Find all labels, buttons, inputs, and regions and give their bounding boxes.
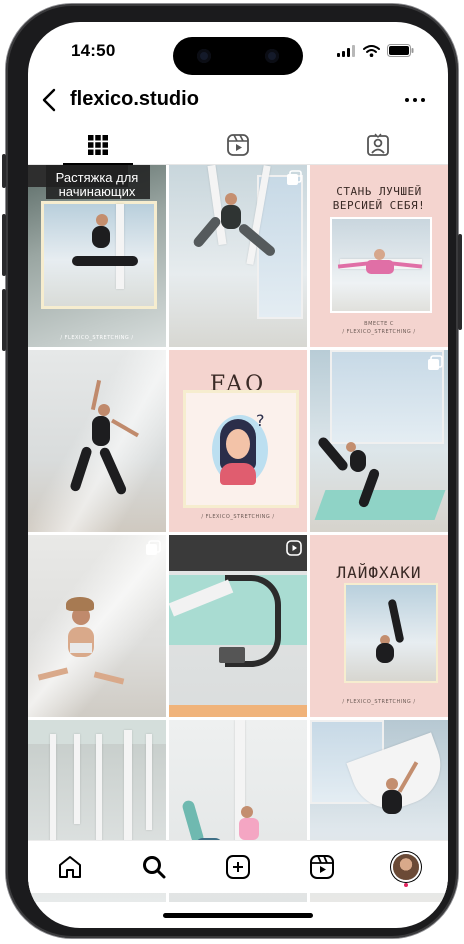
more-options-icon[interactable] <box>402 88 428 112</box>
floor-edge <box>169 705 307 717</box>
dynamic-island <box>173 37 303 75</box>
post-thumbnail[interactable] <box>28 350 166 532</box>
post-thumbnail[interactable] <box>28 535 166 717</box>
reels-icon <box>227 134 249 156</box>
person-head <box>96 214 108 226</box>
person-body <box>382 790 402 814</box>
post-thumbnail[interactable] <box>169 165 307 347</box>
home-indicator[interactable] <box>163 913 313 918</box>
nav-reels[interactable] <box>302 847 342 887</box>
person-body <box>366 260 394 274</box>
post-thumbnail[interactable]: СТАНЬ ЛУЧШЕЙ ВЕРСИЕЙ СЕБЯ! ВМЕСТЕ С / FL… <box>310 165 448 347</box>
profile-avatar <box>393 854 419 880</box>
aerial-silk <box>124 730 132 850</box>
profile-header: flexico.studio <box>28 80 448 120</box>
person-body <box>221 205 241 229</box>
back-arrow-icon[interactable] <box>38 86 62 114</box>
aerial-silk <box>74 734 80 824</box>
tab-reels[interactable] <box>168 126 308 164</box>
post-thumbnail[interactable] <box>310 350 448 532</box>
camera-icon <box>197 49 211 63</box>
illustration-frame: ? <box>183 390 299 508</box>
post-subtitle: ВМЕСТЕ С <box>364 321 394 327</box>
person-body <box>92 226 110 248</box>
status-time: 14:50 <box>71 41 116 60</box>
nav-create[interactable] <box>218 847 258 887</box>
screen: 14:50 flexico.studio Растяжка для начина… <box>28 22 448 928</box>
post-title: Растяжка для начинающих <box>55 170 139 199</box>
person-head <box>98 404 110 416</box>
post-footer: / FLEXICO_STRETCHING / <box>60 335 134 341</box>
wifi-icon <box>363 44 380 57</box>
reels-icon <box>310 855 334 879</box>
action-button <box>2 154 6 188</box>
person-leg <box>387 598 405 644</box>
profile-username[interactable]: flexico.studio <box>70 88 199 111</box>
bottom-navigation <box>28 840 448 893</box>
tagged-icon <box>367 133 389 156</box>
person-legs <box>72 256 138 266</box>
yoga-block <box>219 647 245 663</box>
volume-up-button <box>2 214 6 276</box>
illustration-shirt <box>220 463 256 485</box>
reels-icon <box>286 540 302 556</box>
multiple-photos-icon <box>146 540 161 555</box>
person-head <box>386 778 398 790</box>
cellular-signal-icon <box>337 44 355 57</box>
posts-grid: Растяжка для начинающих / FLEXICO_STRETC… <box>28 165 448 902</box>
person-head <box>241 806 253 818</box>
photo-frame <box>344 583 438 683</box>
power-button <box>458 234 462 330</box>
question-mark-icon: ? <box>256 411 265 430</box>
person-head <box>374 249 385 260</box>
post-footer: / FLEXICO_STRETCHING / <box>342 329 416 335</box>
notification-dot <box>404 883 408 887</box>
illustration-face <box>226 429 250 459</box>
photo-frame <box>41 201 157 309</box>
multiple-photos-icon <box>287 170 302 185</box>
multiple-photos-icon <box>428 355 443 370</box>
light-rays <box>28 535 166 717</box>
grid-icon <box>88 135 108 155</box>
volume-down-button <box>2 289 6 351</box>
battery-icon <box>387 44 414 57</box>
person-top <box>239 818 259 840</box>
post-thumbnail[interactable] <box>169 535 307 717</box>
tab-tagged[interactable] <box>308 126 448 164</box>
create-icon <box>226 855 250 879</box>
aerial-silk <box>50 734 56 844</box>
post-footer: / FLEXICO_STRETCHING / <box>342 699 416 705</box>
home-icon <box>59 856 81 878</box>
photo-frame <box>330 217 432 313</box>
post-thumbnail[interactable]: ЛАЙФХАКИ / FLEXICO_STRETCHING / <box>310 535 448 717</box>
nav-home[interactable] <box>50 847 90 887</box>
post-thumbnail[interactable]: FAQ ? / FLEXICO_STRETCHING / <box>169 350 307 532</box>
person-body <box>376 643 394 663</box>
post-thumbnail[interactable]: Растяжка для начинающих / FLEXICO_STRETC… <box>28 165 166 347</box>
profile-tabs <box>28 126 448 165</box>
nav-search[interactable] <box>134 847 174 887</box>
person-body <box>350 450 366 472</box>
person-top <box>70 643 92 653</box>
yoga-mat <box>314 490 446 520</box>
tab-posts-grid[interactable] <box>28 126 168 165</box>
status-icons <box>337 44 414 57</box>
phone-frame: 14:50 flexico.studio Растяжка для начина… <box>2 4 462 938</box>
post-footer: / FLEXICO_STRETCHING / <box>201 514 275 520</box>
post-title: СТАНЬ ЛУЧШЕЙ ВЕРСИЕЙ СЕБЯ! <box>332 185 426 212</box>
search-icon <box>143 856 166 879</box>
aerial-silk <box>116 204 124 289</box>
sensor-icon <box>265 49 279 63</box>
aerial-silk <box>146 734 152 830</box>
aerial-silk <box>96 734 102 844</box>
person-head <box>225 193 237 205</box>
nav-profile[interactable] <box>386 847 426 887</box>
post-title: ЛАЙФХАКИ <box>336 563 422 582</box>
person-body <box>92 416 110 446</box>
person-hair <box>66 597 94 611</box>
